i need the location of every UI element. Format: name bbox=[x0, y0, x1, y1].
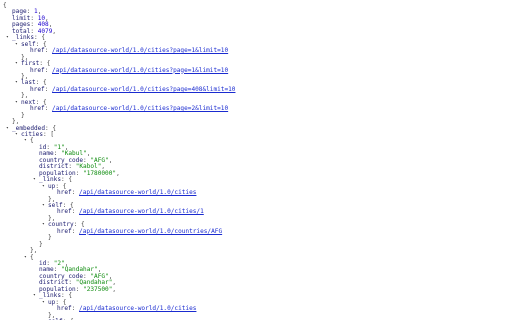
json-key: href bbox=[30, 47, 45, 55]
json-line: href: /api/datasource-world/1.0/cities/1 bbox=[57, 208, 204, 216]
json-line: } bbox=[39, 240, 43, 249]
collapse-triangle-icon[interactable]: ▾ bbox=[15, 61, 18, 67]
collapse-triangle-icon[interactable]: ▾ bbox=[15, 100, 18, 106]
json-line: { bbox=[30, 253, 34, 262]
json-punctuation: } bbox=[39, 240, 43, 248]
json-line: href: /api/datasource-world/1.0/cities?p… bbox=[30, 105, 229, 113]
collapse-triangle-icon[interactable]: ▾ bbox=[24, 255, 27, 261]
collapse-triangle-icon[interactable]: ▾ bbox=[33, 177, 36, 183]
json-line: href: /api/datasource-world/1.0/cities?p… bbox=[30, 85, 236, 93]
json-string-value: "1780000" bbox=[83, 169, 117, 177]
json-line: href: /api/datasource-world/1.0/cities bbox=[57, 189, 197, 197]
collapse-triangle-icon[interactable]: ▾ bbox=[15, 80, 18, 86]
json-bracket: [ bbox=[50, 131, 55, 138]
json-line: { bbox=[30, 138, 34, 145]
collapse-triangle-icon[interactable]: ▾ bbox=[6, 126, 9, 132]
json-line: } bbox=[21, 111, 25, 120]
json-line: href: /api/datasource-world/1.0/cities?p… bbox=[30, 47, 229, 55]
collapse-triangle-icon[interactable]: ▾ bbox=[42, 203, 45, 209]
json-href-link[interactable]: /api/datasource-world/1.0/cities?page=2&… bbox=[52, 105, 228, 112]
json-href-link[interactable]: /api/datasource-world/1.0/cities?page=1&… bbox=[52, 67, 228, 74]
json-href-link[interactable]: /api/datasource-world/1.0/countries/AFG bbox=[79, 228, 222, 235]
collapse-triangle-icon[interactable]: ▾ bbox=[6, 35, 9, 41]
collapse-triangle-icon[interactable]: ▾ bbox=[42, 222, 45, 228]
json-punctuation: } bbox=[48, 234, 52, 242]
json-line: href: /api/datasource-world/1.0/cities bbox=[57, 305, 197, 313]
json-punctuation: } bbox=[21, 111, 25, 119]
json-key: href bbox=[30, 85, 45, 93]
json-bracket: { bbox=[68, 176, 73, 184]
collapse-triangle-icon[interactable]: ▾ bbox=[15, 132, 18, 138]
json-line: href: /api/datasource-world/1.0/countrie… bbox=[57, 227, 223, 235]
json-key: href bbox=[57, 227, 72, 235]
json-bracket: { bbox=[30, 137, 34, 145]
json-href-link[interactable]: /api/datasource-world/1.0/cities?page=1&… bbox=[52, 47, 228, 54]
json-key: href bbox=[57, 305, 72, 313]
json-key: href bbox=[57, 208, 72, 216]
json-punctuation: { bbox=[3, 2, 7, 9]
json-string-value: "237500" bbox=[83, 285, 113, 293]
json-href-link[interactable]: /api/datasource-world/1.0/cities?page=40… bbox=[52, 86, 235, 93]
json-href-link[interactable]: /api/datasource-world/1.0/cities/1 bbox=[79, 208, 204, 215]
collapse-triangle-icon[interactable]: ▾ bbox=[42, 300, 45, 306]
json-line: { bbox=[3, 2, 7, 10]
json-key: href bbox=[30, 66, 45, 74]
collapse-triangle-icon[interactable]: ▾ bbox=[42, 184, 45, 190]
json-line: href: /api/datasource-world/1.0/cities?p… bbox=[30, 66, 229, 74]
json-viewer: {page: 1, limit: 10, pages: 408, total: 407… bbox=[0, 0, 512, 320]
json-bracket: { bbox=[68, 292, 73, 300]
json-key: href bbox=[30, 105, 45, 113]
collapse-triangle-icon[interactable]: ▾ bbox=[15, 42, 18, 48]
json-bracket: { bbox=[30, 253, 34, 261]
json-line: } bbox=[48, 234, 52, 242]
json-key: href bbox=[57, 189, 72, 197]
json-href-link[interactable]: /api/datasource-world/1.0/cities bbox=[79, 305, 196, 312]
collapse-triangle-icon[interactable]: ▾ bbox=[24, 138, 27, 144]
json-href-link[interactable]: /api/datasource-world/1.0/cities bbox=[79, 189, 196, 196]
collapse-triangle-icon[interactable]: ▾ bbox=[33, 293, 36, 299]
